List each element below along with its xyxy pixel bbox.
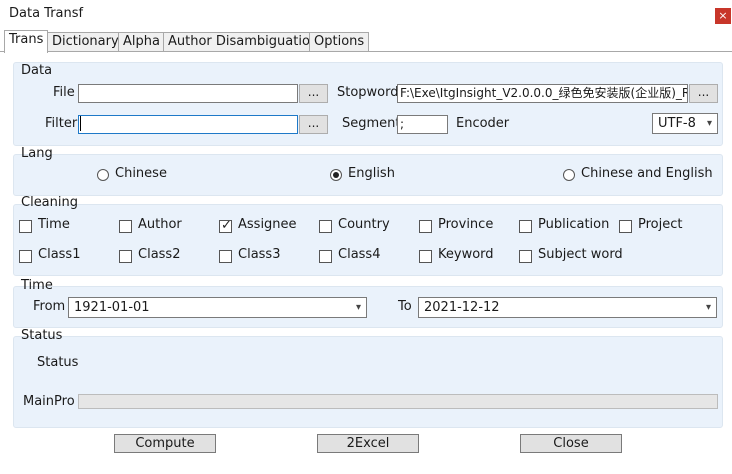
checkbox-project-label: Project bbox=[638, 217, 683, 232]
checkbox-class2[interactable] bbox=[119, 250, 132, 263]
checkbox-class3-label: Class3 bbox=[238, 247, 281, 262]
stopword-browse-button[interactable]: ... bbox=[689, 84, 718, 103]
checkbox-time[interactable] bbox=[19, 220, 32, 233]
radio-english-label: English bbox=[348, 166, 395, 181]
status-label: Status bbox=[37, 355, 79, 370]
filter-label: Filter bbox=[45, 116, 78, 131]
checkbox-publication-label: Publication bbox=[538, 217, 610, 232]
checkbox-country[interactable] bbox=[319, 220, 332, 233]
to-date-value: 2021-12-12 bbox=[424, 300, 500, 315]
radio-chinese-and-english-label: Chinese and English bbox=[581, 166, 713, 181]
chevron-down-icon: ▾ bbox=[355, 302, 361, 313]
checkbox-class4-label: Class4 bbox=[338, 247, 381, 262]
checkbox-country-label: Country bbox=[338, 217, 390, 232]
radio-english[interactable] bbox=[330, 169, 342, 181]
compute-button[interactable]: Compute bbox=[114, 434, 216, 453]
export-excel-button[interactable]: 2Excel bbox=[317, 434, 419, 453]
main-progress-label: MainPro bbox=[23, 394, 75, 409]
time-group-label: Time bbox=[21, 278, 53, 293]
checkbox-class1[interactable] bbox=[19, 250, 32, 263]
checkbox-subject-word-label: Subject word bbox=[538, 247, 623, 262]
stopword-label: Stopword bbox=[337, 85, 399, 100]
checkbox-class3[interactable] bbox=[219, 250, 232, 263]
encoder-label: Encoder bbox=[456, 116, 510, 131]
close-icon[interactable]: × bbox=[715, 8, 731, 24]
checkbox-class2-label: Class2 bbox=[138, 247, 181, 262]
checkbox-subject-word[interactable] bbox=[519, 250, 532, 263]
segment-label: Segment bbox=[342, 116, 401, 131]
cleaning-group bbox=[13, 204, 723, 276]
lang-group-label: Lang bbox=[21, 146, 53, 161]
status-group bbox=[13, 336, 723, 428]
file-input[interactable] bbox=[78, 84, 298, 103]
from-date-picker[interactable]: 1921-01-01 ▾ bbox=[68, 297, 367, 318]
from-date-value: 1921-01-01 bbox=[74, 300, 150, 315]
radio-dot-icon bbox=[333, 172, 339, 178]
encoder-value: UTF-8 bbox=[658, 116, 696, 131]
chevron-down-icon: ▾ bbox=[705, 302, 711, 313]
cleaning-group-label: Cleaning bbox=[21, 195, 78, 210]
checkbox-keyword[interactable] bbox=[419, 250, 432, 263]
from-label: From bbox=[33, 299, 66, 314]
segment-input[interactable]: ; bbox=[397, 115, 448, 134]
checkbox-keyword-label: Keyword bbox=[438, 247, 494, 262]
to-date-picker[interactable]: 2021-12-12 ▾ bbox=[418, 297, 717, 318]
checkbox-class4[interactable] bbox=[319, 250, 332, 263]
radio-chinese-and-english[interactable] bbox=[563, 169, 575, 181]
to-label: To bbox=[398, 299, 412, 314]
tab-options[interactable]: Options bbox=[309, 32, 370, 52]
checkbox-assignee-label: Assignee bbox=[238, 217, 297, 232]
checkbox-author-label: Author bbox=[138, 217, 182, 232]
data-group-label: Data bbox=[21, 63, 53, 78]
title-bar: Data Transf × bbox=[0, 0, 732, 30]
tab-trans[interactable]: Trans bbox=[4, 30, 49, 53]
checkbox-assignee[interactable]: ✓ bbox=[219, 218, 232, 233]
tab-alpha[interactable]: Alpha bbox=[118, 32, 165, 52]
tab-dictionary[interactable]: Dictionary bbox=[47, 32, 124, 52]
checkbox-project[interactable] bbox=[619, 220, 632, 233]
text-caret bbox=[80, 116, 81, 131]
radio-chinese[interactable] bbox=[97, 169, 109, 181]
encoder-select[interactable]: UTF-8 ▾ bbox=[652, 113, 718, 134]
checkmark-icon: ✓ bbox=[221, 218, 232, 233]
filter-input[interactable] bbox=[78, 115, 298, 134]
stopword-input[interactable]: F:\Exe\ItgInsight_V2.0.0.0_绿色免安装版(企业版)_R… bbox=[397, 84, 688, 103]
close-button[interactable]: Close bbox=[520, 434, 622, 453]
chevron-down-icon: ▾ bbox=[706, 118, 712, 129]
checkbox-province[interactable] bbox=[419, 220, 432, 233]
file-label: File bbox=[53, 85, 75, 100]
checkbox-province-label: Province bbox=[438, 217, 494, 232]
checkbox-class1-label: Class1 bbox=[38, 247, 81, 262]
file-browse-button[interactable]: ... bbox=[299, 84, 328, 103]
main-progress-bar bbox=[78, 394, 718, 409]
checkbox-publication[interactable] bbox=[519, 220, 532, 233]
radio-chinese-label: Chinese bbox=[115, 166, 167, 181]
filter-browse-button[interactable]: ... bbox=[299, 115, 328, 134]
tab-author-disambiguation[interactable]: Author Disambiguation bbox=[163, 32, 324, 52]
window-title: Data Transf bbox=[9, 6, 84, 21]
checkbox-time-label: Time bbox=[38, 217, 70, 232]
checkbox-author[interactable] bbox=[119, 220, 132, 233]
status-group-label: Status bbox=[21, 328, 63, 343]
